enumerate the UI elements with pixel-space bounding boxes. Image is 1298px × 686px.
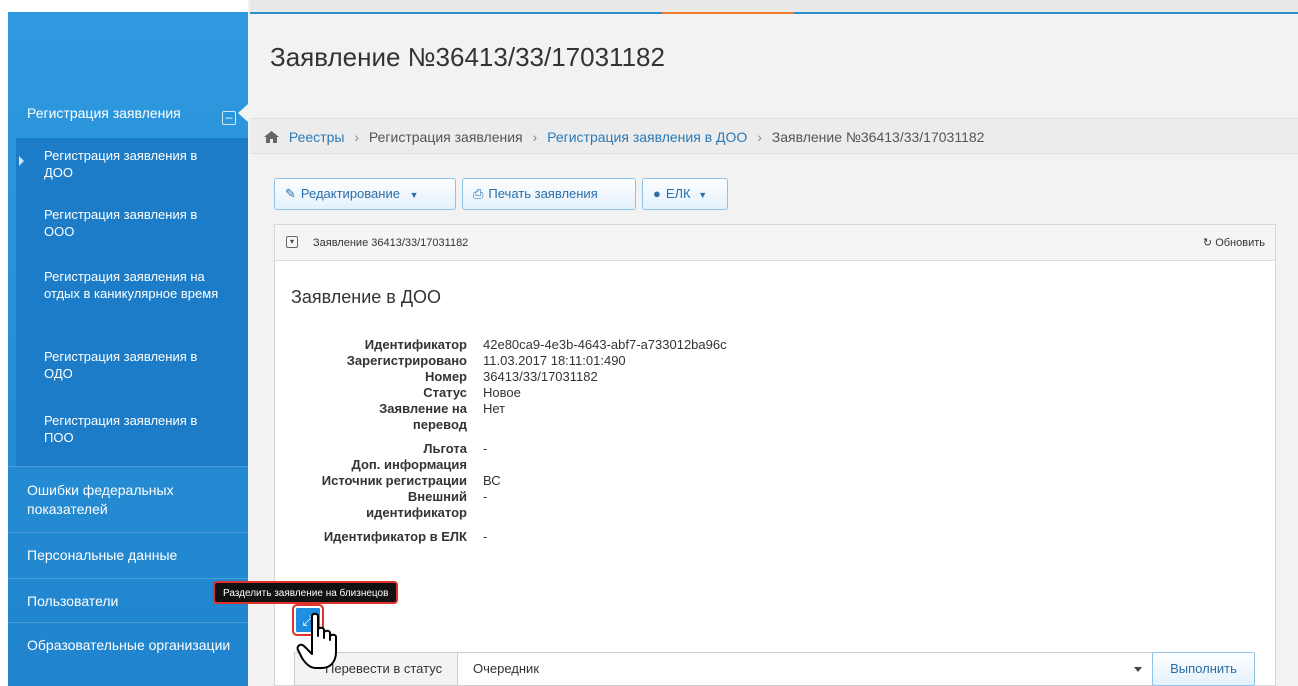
sidebar-item-users[interactable]: Пользователи (8, 578, 248, 622)
field-key: Идентификатор в ЕЛК (323, 529, 467, 544)
field-key: Внешний идентификатор (366, 489, 467, 520)
active-item-caret-icon (19, 156, 24, 166)
breadcrumb-link-doo[interactable]: Регистрация заявления в ДОО (547, 129, 747, 145)
sidebar-section-title: Регистрация заявления (27, 105, 181, 121)
hand-pointer-icon (296, 612, 344, 672)
sidebar-panel: Регистрация заявления – Регистрация заяв… (8, 12, 248, 686)
sidebar-item-ooo[interactable]: Регистрация заявления в ООО (44, 206, 214, 240)
breadcrumb: Реестры › Регистрация заявления › Регист… (250, 118, 1298, 154)
field-value: 42e80ca9-4e3b-4643-abf7-a733012ba96c (483, 337, 727, 352)
tooltip: Разделить заявление на близнецов (213, 581, 399, 604)
sidebar-item-organizations[interactable]: Образовательные организации (8, 622, 248, 686)
print-button-label: Печать заявления (488, 186, 598, 201)
edit-button-label: Редактирование (300, 186, 400, 201)
breadcrumb-link-registries[interactable]: Реестры (289, 129, 345, 145)
user-icon: ● (653, 186, 661, 201)
field-key: Номер (425, 369, 467, 384)
field-value: Новое (483, 385, 521, 400)
breadcrumb-item-registration: Регистрация заявления (368, 129, 523, 145)
breadcrumb-separator-icon: › (532, 129, 538, 145)
field-key: Зарегистрировано (346, 353, 467, 368)
sidebar-item-vacation[interactable]: Регистрация заявления на отдых в каникул… (44, 268, 224, 302)
breadcrumb-separator-icon: › (757, 129, 762, 145)
field-key: Источник регистрации (321, 473, 467, 488)
field-value: ВС (483, 473, 501, 488)
top-strip (250, 0, 1298, 15)
elk-dropdown-button[interactable]: ● ЕЛК ▼ (642, 178, 728, 210)
breadcrumb-separator-icon: › (354, 129, 360, 145)
refresh-label: Обновить (1215, 237, 1265, 249)
printer-icon: ⎙ (473, 186, 484, 201)
field-value: - (483, 529, 488, 544)
sidebar-item-federal-errors[interactable]: Ошибки федеральных показателей (8, 466, 248, 532)
execute-button[interactable]: Выполнить (1152, 652, 1255, 686)
pencil-icon: ✎ (285, 186, 296, 201)
panel-title: Заявление 36413/33/17031182 (313, 237, 469, 249)
breadcrumb-items: Реестры › Регистрация заявления › Регист… (264, 129, 984, 145)
caret-down-icon: ▼ (698, 190, 708, 200)
status-selected-value: Очередник (473, 661, 540, 676)
sidebar-item-odo[interactable]: Регистрация заявления в ОДО (44, 348, 214, 382)
field-key: Доп. информация (351, 457, 467, 472)
application-panel: ▾ Заявление 36413/33/17031182 ↻ Обновить… (274, 224, 1276, 686)
print-button[interactable]: ⎙ Печать заявления (462, 178, 636, 210)
sidebar-submenu: Регистрация заявления в ДОО Регистрация … (16, 138, 248, 466)
chevron-down-icon (1134, 667, 1142, 672)
collapse-panel-icon[interactable]: ▾ (286, 236, 298, 248)
field-key: Льгота (423, 441, 467, 456)
section-title: Заявление в ДОО (291, 287, 442, 307)
breadcrumb-current: Заявление №36413/33/17031182 (771, 129, 985, 145)
field-key: Заявление на перевод (379, 401, 467, 432)
status-select[interactable]: Очередник (457, 652, 1153, 686)
edit-dropdown-button[interactable]: ✎ Редактирование ▼ (274, 178, 456, 210)
collapse-icon[interactable]: – (222, 111, 236, 125)
sidebar-pointer (238, 104, 248, 122)
refresh-button[interactable]: ↻ Обновить (1203, 236, 1265, 249)
field-key: Статус (423, 385, 467, 400)
sidebar-item-doo[interactable]: Регистрация заявления в ДОО (44, 147, 214, 181)
home-icon[interactable] (264, 129, 283, 145)
field-value: 36413/33/17031182 (483, 369, 598, 384)
app-window: Регистрация заявления – Регистрация заяв… (0, 0, 1298, 686)
status-change-row: Перевести в статус Очередник Выполнить (294, 652, 1260, 686)
field-key: Идентификатор (364, 337, 467, 352)
refresh-icon: ↻ (1202, 237, 1213, 249)
elk-button-label: ЕЛК (665, 186, 691, 201)
sidebar-item-poo[interactable]: Регистрация заявления в ПОО (44, 412, 214, 446)
panel-header: ▾ Заявление 36413/33/17031182 ↻ Обновить (275, 225, 1275, 261)
sidebar: Регистрация заявления – Регистрация заяв… (0, 0, 248, 686)
caret-down-icon: ▼ (409, 190, 419, 200)
sidebar-item-personal-data[interactable]: Персональные данные (8, 532, 248, 578)
page-title: Заявление №36413/33/17031182 (270, 42, 665, 72)
field-value: - (483, 489, 488, 504)
main-content: Заявление №36413/33/17031182 Реестры › Р… (250, 14, 1298, 686)
sidebar-section-header[interactable]: Регистрация заявления – (8, 92, 248, 142)
field-value: Нет (483, 401, 506, 416)
field-value: 11.03.2017 18:11:01:490 (483, 353, 626, 368)
field-value: - (483, 441, 488, 456)
